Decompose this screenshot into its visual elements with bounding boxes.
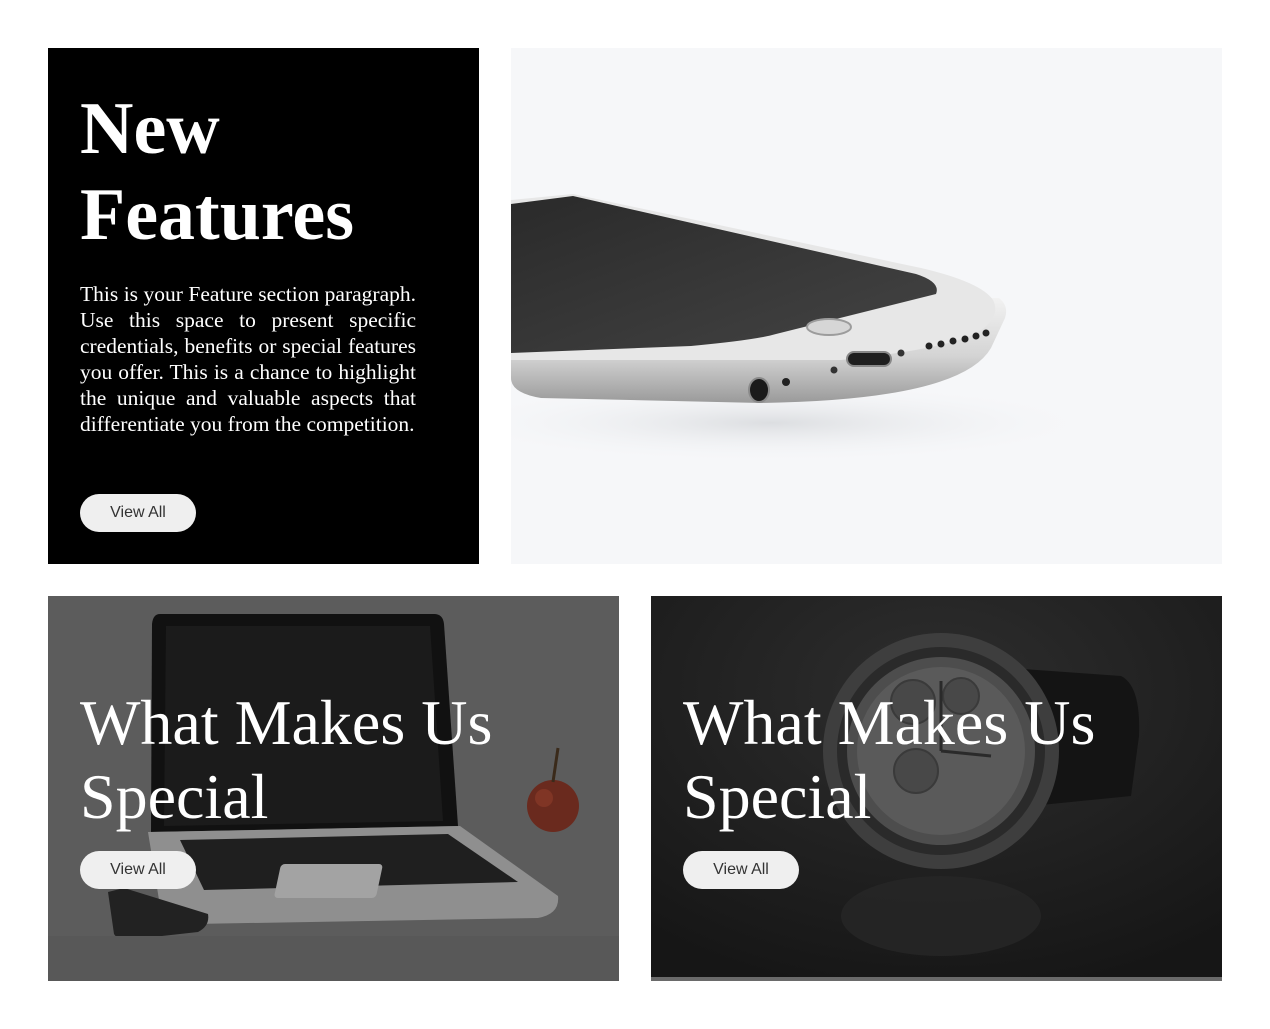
promo-title: What Makes Us Special <box>683 686 1203 834</box>
feature-paragraph: This is your Feature section paragraph. … <box>80 282 416 436</box>
promo-title-line1: What Makes Us <box>80 687 493 758</box>
watch-card-bottom-strip <box>651 977 1222 981</box>
feature-title-line2: Features <box>80 174 354 256</box>
smartphone-image <box>511 48 1222 564</box>
feature-view-all-button[interactable]: View All <box>80 494 196 532</box>
promo-title: What Makes Us Special <box>80 686 600 834</box>
watch-view-all-button[interactable]: View All <box>683 851 799 889</box>
promo-title-line2: Special <box>683 761 872 832</box>
promo-card-watch: What Makes Us Special View All <box>651 596 1222 981</box>
promo-title-line1: What Makes Us <box>683 687 1096 758</box>
feature-title-line1: New <box>80 88 220 170</box>
feature-title: New Features <box>80 86 460 258</box>
smartphone-photo-icon <box>511 194 1101 463</box>
feature-card: New Features This is your Feature section… <box>48 48 479 564</box>
laptop-view-all-button[interactable]: View All <box>80 851 196 889</box>
promo-title-line2: Special <box>80 761 269 832</box>
promo-card-laptop: What Makes Us Special View All <box>48 596 619 981</box>
